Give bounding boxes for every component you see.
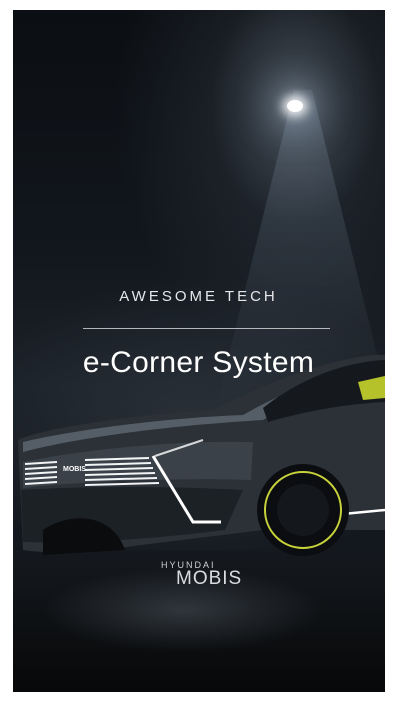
brand-mobis-logo: MOBIS (176, 568, 243, 589)
video-eyebrow: AWESOME TECH (119, 288, 278, 305)
grille-badge: MOBIS (63, 466, 86, 473)
video-frame[interactable]: MOBIS AWESOME TECH e-Corner System HYUND… (13, 10, 385, 692)
video-title: e-Corner System (82, 346, 315, 379)
title-divider (83, 328, 330, 329)
